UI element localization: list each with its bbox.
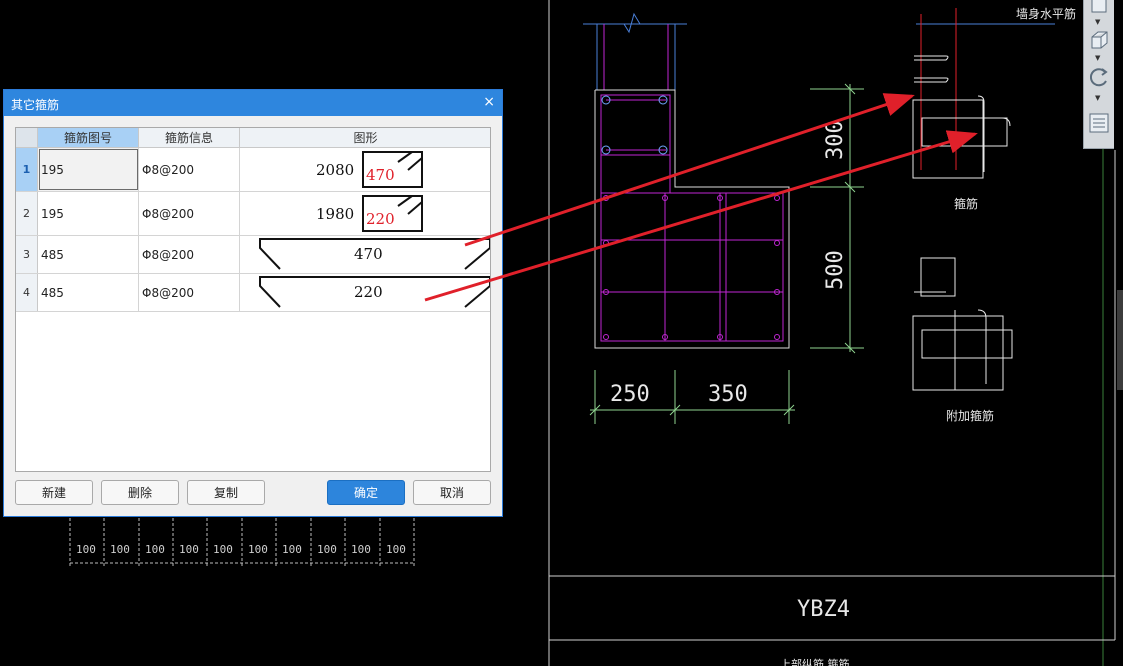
cell-code[interactable]: 485 xyxy=(38,274,139,311)
column-header-shape[interactable]: 图形 xyxy=(240,128,490,148)
spacing-label: 100 xyxy=(317,543,337,556)
table-corner xyxy=(16,128,38,148)
copy-button[interactable]: 复制 xyxy=(187,480,265,505)
table-row[interactable]: 1 195 Φ8@200 2080 470 xyxy=(16,148,490,192)
dim-500: 500 xyxy=(823,250,848,290)
label-stirrup: 箍筋 xyxy=(954,196,978,211)
row-number[interactable]: 2 xyxy=(16,192,38,235)
dialog-titlebar[interactable]: 其它箍筋 × xyxy=(4,90,502,116)
column-header-code[interactable]: 箍筋图号 xyxy=(38,128,139,148)
cube-iso-icon[interactable] xyxy=(1088,29,1110,51)
close-icon[interactable]: × xyxy=(483,94,495,110)
spacing-label: 100 xyxy=(248,543,268,556)
row-number[interactable]: 4 xyxy=(16,274,38,311)
cancel-button[interactable]: 取消 xyxy=(413,480,491,505)
stirrup-table: 箍筋图号 箍筋信息 图形 1 195 Φ8@200 2080 470 2 195… xyxy=(15,127,491,472)
view-toolbar: ▼ ▼ ▼ xyxy=(1083,0,1114,149)
cell-code[interactable]: 485 xyxy=(38,236,139,273)
spacing-label: 100 xyxy=(351,543,371,556)
label-wall-bar: 墙身水平筋 xyxy=(1016,6,1076,21)
side-scroll-handle[interactable] xyxy=(1117,290,1123,390)
label-extra-stirrup: 附加箍筋 xyxy=(946,408,994,423)
cell-info[interactable]: Φ8@200 xyxy=(139,192,240,235)
table-row[interactable]: 4 485 Φ8@200 220 xyxy=(16,274,490,312)
spacing-label: 100 xyxy=(145,543,165,556)
chevron-down-icon[interactable]: ▼ xyxy=(1095,55,1100,62)
dim-300: 300 xyxy=(823,120,848,160)
dim-250: 250 xyxy=(610,382,650,407)
length-a: 2080 xyxy=(316,161,355,179)
spacing-label: 100 xyxy=(110,543,130,556)
cell-info[interactable]: Φ8@200 xyxy=(139,274,240,311)
bottom-partial: 上部纵筋 箍筋 xyxy=(780,657,850,666)
new-button[interactable]: 新建 xyxy=(15,480,93,505)
cell-shape[interactable]: 220 xyxy=(240,274,490,311)
spacing-label: 100 xyxy=(179,543,199,556)
length-b: 220 xyxy=(366,210,395,228)
length-b: 470 xyxy=(366,166,395,184)
dim-350: 350 xyxy=(708,382,748,407)
column-header-info[interactable]: 箍筋信息 xyxy=(139,128,240,148)
cell-info[interactable]: Φ8@200 xyxy=(139,148,240,191)
spacing-label: 100 xyxy=(213,543,233,556)
grid-icon[interactable] xyxy=(1088,112,1110,134)
dialog-title: 其它箍筋 xyxy=(11,98,60,112)
spacing-label: 100 xyxy=(386,543,406,556)
spacing-label: 100 xyxy=(76,543,96,556)
spacing-label: 100 xyxy=(282,543,302,556)
cell-shape[interactable]: 2080 470 xyxy=(240,148,490,191)
length-a: 220 xyxy=(354,283,383,301)
chevron-down-icon[interactable]: ▼ xyxy=(1095,19,1100,26)
table-row[interactable]: 3 485 Φ8@200 470 xyxy=(16,236,490,274)
cell-shape[interactable]: 470 xyxy=(240,236,490,273)
delete-button[interactable]: 删除 xyxy=(101,480,179,505)
rotate-icon[interactable] xyxy=(1088,66,1110,88)
cube-front-icon[interactable] xyxy=(1088,0,1110,16)
other-stirrup-dialog: 其它箍筋 × 箍筋图号 箍筋信息 图形 1 195 Φ8@200 2080 47… xyxy=(3,89,503,517)
cell-code[interactable]: 195 xyxy=(38,192,139,235)
chevron-down-icon[interactable]: ▼ xyxy=(1095,95,1100,102)
cell-info[interactable]: Φ8@200 xyxy=(139,236,240,273)
row-number[interactable]: 3 xyxy=(16,236,38,273)
ok-button[interactable]: 确定 xyxy=(327,480,405,505)
row-number[interactable]: 1 xyxy=(16,148,38,191)
cell-code[interactable]: 195 xyxy=(38,148,139,191)
table-row[interactable]: 2 195 Φ8@200 1980 220 xyxy=(16,192,490,236)
cell-shape[interactable]: 1980 220 xyxy=(240,192,490,235)
length-a: 470 xyxy=(354,245,383,263)
length-a: 1980 xyxy=(316,205,355,223)
column-id: YBZ4 xyxy=(797,597,850,622)
